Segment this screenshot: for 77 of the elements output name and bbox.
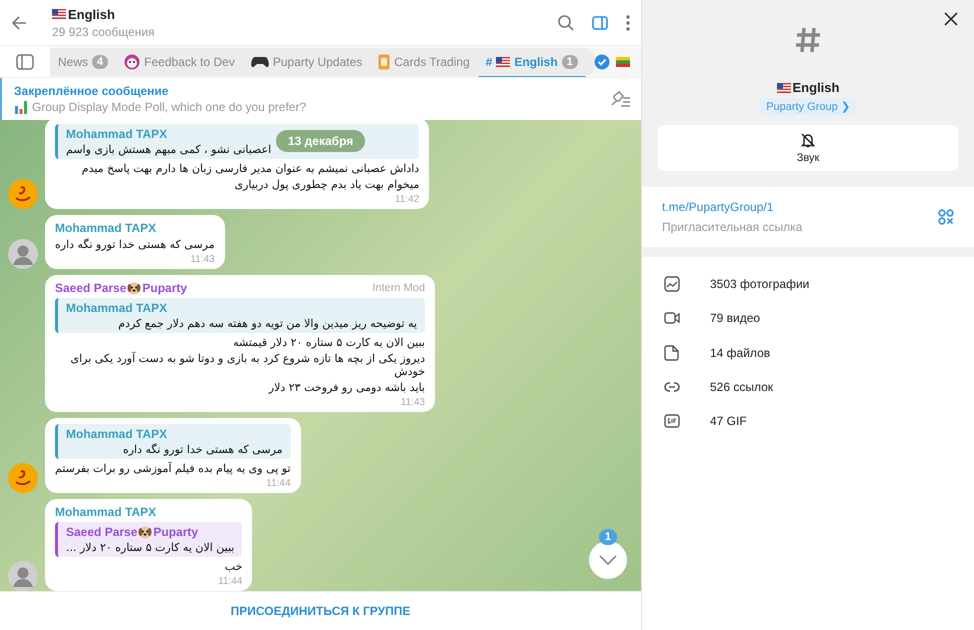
sender-name: Mohammad TAPX bbox=[55, 221, 156, 235]
gamepad-icon bbox=[250, 56, 269, 68]
mascot-icon bbox=[124, 54, 140, 70]
gif-icon bbox=[664, 413, 680, 430]
flag-icon bbox=[496, 56, 510, 66]
message-text: ببین الان یه کارت ۵ ستاره ۲۰ دلار قیمتشه bbox=[232, 336, 425, 349]
date-label: 13 декабря bbox=[276, 130, 366, 152]
close-icon bbox=[944, 12, 958, 26]
unread-count-badge: 1 bbox=[598, 529, 617, 545]
group-name: English bbox=[792, 80, 840, 95]
unread-count-badge: 1 bbox=[562, 54, 578, 68]
hash-icon bbox=[795, 26, 821, 54]
flag-icon bbox=[52, 9, 66, 19]
reply-sender: Mohammad TAPX bbox=[66, 301, 168, 315]
media-count: 3503 фотографии bbox=[710, 277, 810, 292]
message-time: 11:44 bbox=[266, 478, 291, 489]
reply-sender: Puparty bbox=[153, 525, 198, 539]
media-count: 14 файлов bbox=[710, 346, 770, 360]
message-text: خب bbox=[224, 560, 242, 573]
scroll-down-button[interactable] bbox=[589, 541, 627, 579]
media-count: 79 видео bbox=[710, 311, 760, 326]
dog-icon bbox=[127, 281, 142, 295]
message-time: 11:44 bbox=[218, 576, 242, 587]
verified-icon bbox=[594, 54, 610, 70]
reply-text: ببین الان یه کارت ۵ ستاره ۲۰ دلار ... bbox=[66, 541, 234, 554]
bell-muted-icon bbox=[800, 132, 816, 148]
sender-name: Puparty bbox=[142, 281, 188, 295]
media-count: 526 ссылок bbox=[710, 380, 774, 394]
message-text: باید باشه دومی رو فروخت ۲۳ دلار bbox=[267, 381, 425, 394]
unread-count-badge: 4 bbox=[92, 54, 108, 68]
pinned-message-text: Group Display Mode Poll, which one do you prefer? bbox=[32, 100, 306, 114]
message-text: مرسی که هستی خدا تورو نگه داره bbox=[55, 238, 215, 251]
side-panel-icon[interactable] bbox=[591, 14, 609, 32]
reply-sender: Mohammad TAPX bbox=[66, 427, 168, 441]
reply-sender: Saeed Parse bbox=[66, 525, 138, 539]
image-icon bbox=[664, 276, 680, 292]
sidebar-icon bbox=[16, 54, 34, 70]
dog-icon bbox=[138, 525, 152, 539]
reply-text: مرسی که هستی خدا تورو نگه داره bbox=[122, 443, 283, 456]
media-row[interactable]: 526 ссылок bbox=[664, 370, 974, 404]
back-arrow-icon[interactable] bbox=[10, 14, 28, 32]
invite-caption: Пригласительная ссылка bbox=[662, 220, 804, 234]
pinned-message-title[interactable]: Закреплённое сообщение bbox=[14, 84, 609, 98]
qr-code-icon[interactable] bbox=[938, 209, 954, 225]
sender-name: Saeed Parse bbox=[55, 281, 126, 295]
media-row[interactable]: 79 видео bbox=[664, 301, 974, 336]
message-text: میخوام بهت یاد بدم چطوری پول دربیاری bbox=[233, 178, 420, 191]
flag-icon bbox=[776, 82, 791, 92]
member-count: 29 923 сообщения bbox=[52, 24, 156, 38]
reply-text: اعصبانی نشو ، کمی مبهم هستش بازی واسم bbox=[66, 143, 272, 156]
search-icon[interactable] bbox=[557, 14, 575, 32]
member-role: Intern Mod bbox=[372, 282, 425, 294]
message-time: 11:42 bbox=[394, 194, 420, 205]
message-text: تو پی وی یه پیام بده فیلم آموزشی رو برات بفرستم bbox=[55, 462, 291, 475]
message-text: داداش عصبانی نمیشم به عنوان مدیر فارسی زبان ها دارم بهت پاسخ میدم bbox=[80, 162, 420, 175]
sender-name: Mohammad TAPX bbox=[55, 505, 156, 519]
flag-icon bbox=[616, 56, 630, 66]
media-row[interactable]: 3503 фотографии bbox=[664, 267, 974, 302]
sidebar-toggle-button[interactable] bbox=[0, 46, 50, 77]
message-time: 11:43 bbox=[400, 397, 425, 408]
media-row[interactable]: 14 файлов bbox=[664, 336, 974, 370]
reply-text: یه توضیحه ریز میدین والا من تویه دو هفته سه دهم دلار جمع کردم bbox=[117, 317, 417, 330]
file-icon bbox=[664, 344, 680, 361]
video-camera-icon bbox=[664, 310, 680, 326]
chat-title: English bbox=[68, 6, 115, 22]
media-row[interactable]: 47 GIF bbox=[664, 404, 974, 438]
card-icon bbox=[378, 54, 390, 70]
message-time: 11:43 bbox=[190, 254, 215, 265]
invite-link[interactable]: t.me/PupartyGroup/1 bbox=[662, 200, 938, 214]
more-icon[interactable] bbox=[625, 14, 631, 32]
mute-button[interactable]: Звук bbox=[658, 125, 958, 171]
media-count: 47 GIF bbox=[710, 414, 747, 428]
message-text: دیروز یکی از بچه ها تازه شروع کرد به بازی و دوتا شو به دست آورد یکی برای خودش bbox=[69, 352, 425, 378]
bar-chart-icon bbox=[14, 100, 28, 114]
pin-list-icon[interactable] bbox=[609, 91, 631, 107]
chevron-down-icon bbox=[599, 555, 617, 565]
close-button[interactable] bbox=[944, 12, 958, 26]
